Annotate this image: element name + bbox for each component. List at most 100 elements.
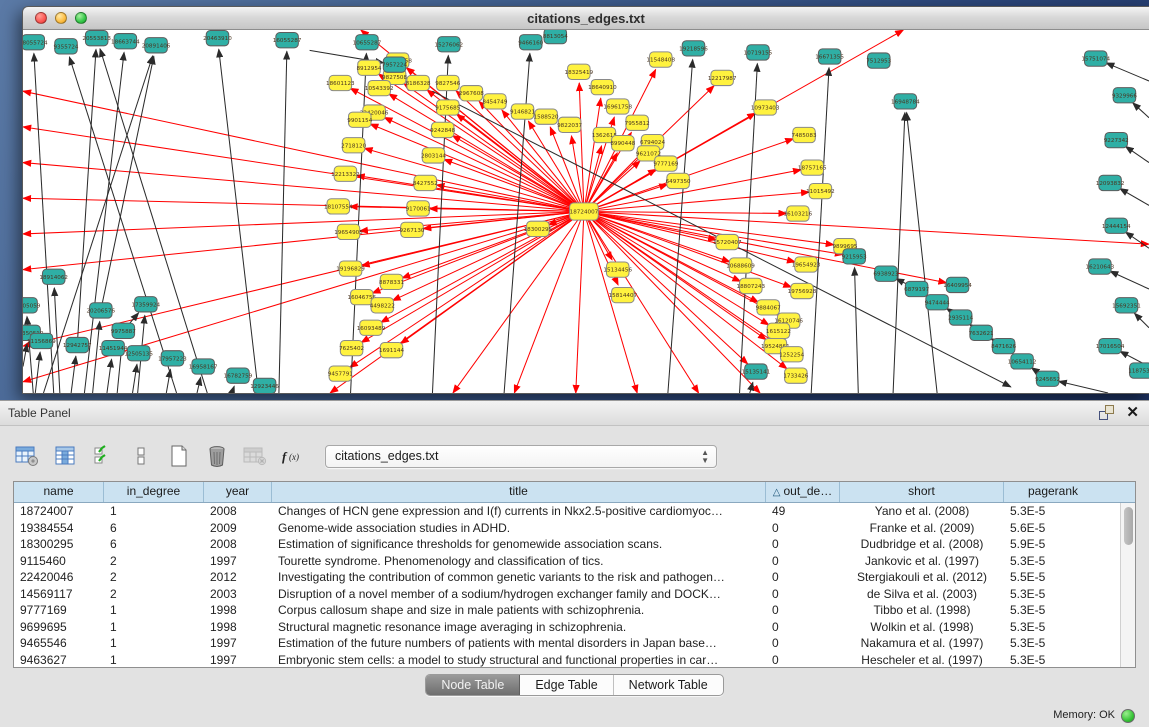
- citation-edge-black[interactable]: [1059, 381, 1108, 393]
- column-header-pagerank[interactable]: pagerank: [1004, 482, 1102, 502]
- table-cell[interactable]: 5.3E-5: [1004, 503, 1102, 520]
- graph-node[interactable]: 15720407: [713, 234, 742, 249]
- citation-edge-black[interactable]: [71, 356, 76, 393]
- table-select-dropdown[interactable]: citations_edges.txt ▲▼: [325, 445, 717, 468]
- graph-node[interactable]: 19196829: [336, 261, 365, 276]
- citation-edge-black[interactable]: [166, 369, 170, 393]
- table-row[interactable]: 1872400712008Changes of HCN gene express…: [14, 503, 1135, 520]
- citation-edge-black[interactable]: [893, 113, 905, 393]
- graph-node[interactable]: 12213322: [331, 166, 360, 181]
- graph-node[interactable]: 18601123: [326, 75, 355, 90]
- table-mode-icon[interactable]: [13, 442, 41, 470]
- citation-network-graph[interactable]: 1872400718601123891295418226058982750881…: [23, 30, 1149, 393]
- graph-node[interactable]: 18807243: [736, 278, 765, 293]
- graph-node[interactable]: 9822037: [557, 117, 582, 132]
- graph-node[interactable]: 19218596: [679, 41, 708, 56]
- table-cell[interactable]: Franke et al. (2009): [840, 520, 1004, 537]
- graph-node[interactable]: 15134456: [603, 262, 632, 277]
- table-cell[interactable]: 1: [104, 602, 204, 619]
- table-cell[interactable]: 5.3E-5: [1004, 635, 1102, 652]
- table-cell[interactable]: 2009: [204, 520, 272, 537]
- create-table-icon[interactable]: [165, 442, 193, 470]
- graph-node[interactable]: 6879197: [904, 281, 929, 296]
- citation-edge-red[interactable]: [384, 117, 584, 211]
- graph-node[interactable]: 17016504: [1096, 338, 1125, 353]
- function-builder-icon[interactable]: f (x): [279, 442, 307, 470]
- network-window[interactable]: citations_edges.txt 18724007186011238912…: [22, 6, 1149, 394]
- table-cell[interactable]: Structural magnetic resonance image aver…: [272, 619, 766, 636]
- column-header-out_de[interactable]: △out_de…: [766, 482, 840, 502]
- select-columns-icon[interactable]: [89, 442, 117, 470]
- table-cell[interactable]: 2: [104, 553, 204, 570]
- graph-node[interactable]: 11548408: [646, 52, 675, 67]
- table-cell[interactable]: 1: [104, 652, 204, 668]
- graph-node[interactable]: 9267130: [399, 222, 424, 237]
- graph-node[interactable]: 19654923: [792, 257, 821, 272]
- table-row[interactable]: 977716911998Corpus callosum shape and si…: [14, 602, 1135, 619]
- graph-node[interactable]: 6497350: [666, 173, 691, 188]
- table-cell[interactable]: 1: [104, 619, 204, 636]
- graph-node[interactable]: 16210643: [1086, 259, 1115, 274]
- table-cell[interactable]: Hescheler et al. (1997): [840, 652, 1004, 668]
- graph-node[interactable]: 15814407: [609, 287, 638, 302]
- table-cell[interactable]: 49: [766, 503, 840, 520]
- citation-edge-red[interactable]: [23, 212, 584, 234]
- citation-edge-black[interactable]: [197, 377, 201, 393]
- graph-node[interactable]: 8990448: [610, 136, 635, 151]
- table-scrollbar-thumb[interactable]: [1124, 507, 1133, 545]
- table-cell[interactable]: 9463627: [14, 652, 104, 668]
- citation-edge-black[interactable]: [1133, 103, 1149, 118]
- graph-node[interactable]: 1691144: [379, 343, 404, 358]
- table-row[interactable]: 1830029562008Estimation of significance …: [14, 536, 1135, 553]
- table-cell[interactable]: 18724007: [14, 503, 104, 520]
- graph-node[interactable]: 1733426: [783, 368, 808, 383]
- graph-node[interactable]: 10655287: [353, 35, 382, 50]
- graph-node[interactable]: 20553813: [82, 31, 111, 46]
- table-row[interactable]: 2242004622012Investigating the contribut…: [14, 569, 1135, 586]
- graph-node[interactable]: 1615122: [766, 323, 791, 338]
- table-cell[interactable]: 0: [766, 553, 840, 570]
- graph-node[interactable]: 9457791: [328, 366, 353, 381]
- table-cell[interactable]: 2008: [204, 503, 272, 520]
- citation-edge-black[interactable]: [1126, 232, 1149, 248]
- table-cell[interactable]: 14569117: [14, 586, 104, 603]
- graph-node[interactable]: 9146821: [510, 104, 535, 119]
- table-cell[interactable]: Changes of HCN gene expression and I(f) …: [272, 503, 766, 520]
- table-cell[interactable]: 0: [766, 652, 840, 668]
- citation-edge-black[interactable]: [232, 386, 234, 393]
- table-cell[interactable]: 5.3E-5: [1004, 652, 1102, 668]
- graph-node[interactable]: 2803144: [421, 148, 446, 163]
- table-cell[interactable]: 9699695: [14, 619, 104, 636]
- table-cell[interactable]: 22420046: [14, 569, 104, 586]
- citation-edge-red[interactable]: [576, 212, 584, 394]
- graph-node[interactable]: 18300295: [524, 221, 553, 236]
- graph-node[interactable]: 20891406: [142, 38, 171, 53]
- table-row[interactable]: 969969511998Structural magnetic resonanc…: [14, 619, 1135, 636]
- table-cell[interactable]: 0: [766, 635, 840, 652]
- table-cell[interactable]: 19384554: [14, 520, 104, 537]
- graph-node[interactable]: 18107554: [324, 199, 353, 214]
- table-cell[interactable]: 0: [766, 586, 840, 603]
- graph-node[interactable]: 18055724: [23, 35, 48, 50]
- table-cell[interactable]: 1: [104, 503, 204, 520]
- graph-node[interactable]: 9466160: [518, 35, 543, 50]
- graph-node[interactable]: 16103216: [784, 206, 813, 221]
- citation-edge-red[interactable]: [584, 192, 809, 211]
- column-header-year[interactable]: year: [204, 482, 272, 502]
- citation-edge-black[interactable]: [279, 51, 287, 393]
- table-cell[interactable]: Tibbo et al. (1998): [840, 602, 1004, 619]
- table-cell[interactable]: 1998: [204, 602, 272, 619]
- table-cell[interactable]: 1997: [204, 635, 272, 652]
- column-header-in_degree[interactable]: in_degree: [104, 482, 204, 502]
- graph-node[interactable]: 16093489: [357, 320, 386, 335]
- table-cell[interactable]: Estimation of significance thresholds fo…: [272, 536, 766, 553]
- table-cell[interactable]: Tourette syndrome. Phenomenology and cla…: [272, 553, 766, 570]
- graph-node[interactable]: 9227342: [1104, 132, 1129, 147]
- graph-node[interactable]: 9329966: [1112, 88, 1137, 103]
- table-cell[interactable]: Investigating the contribution of common…: [272, 569, 766, 586]
- graph-node[interactable]: 19654905: [334, 224, 363, 239]
- graph-node[interactable]: 8454749: [482, 94, 507, 109]
- graph-node[interactable]: 9245652: [1035, 371, 1060, 386]
- graph-node[interactable]: 10654112: [1008, 354, 1037, 369]
- table-cell[interactable]: 0: [766, 569, 840, 586]
